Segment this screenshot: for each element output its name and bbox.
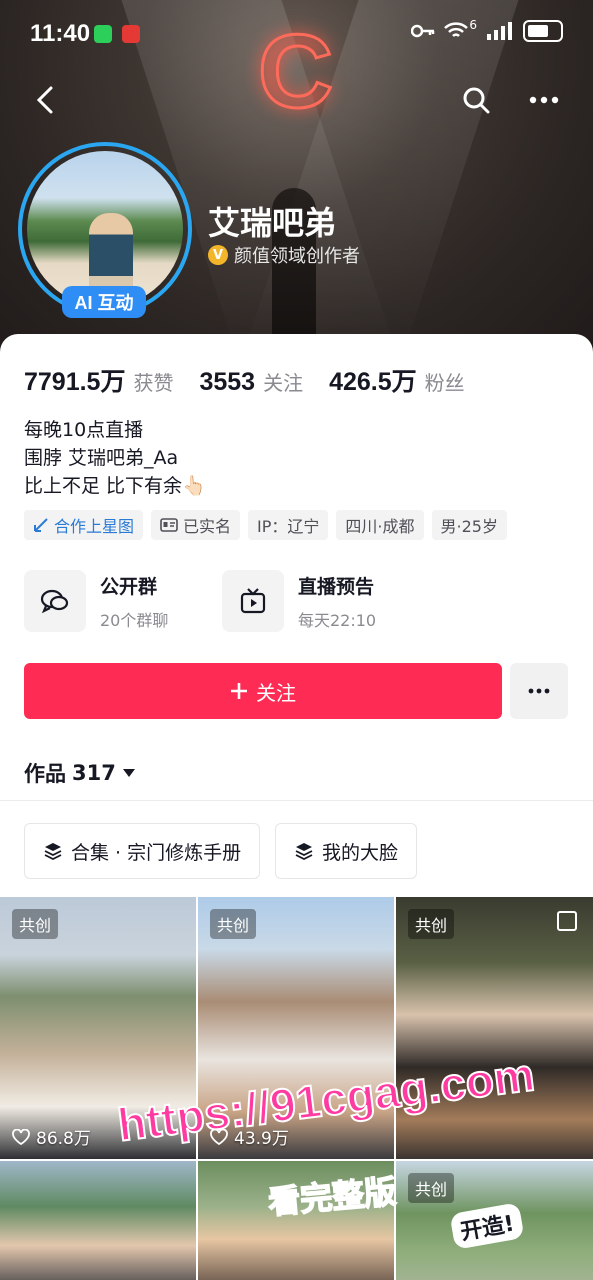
tag-city: 四川·成都 — [336, 510, 424, 540]
network-label: 6 — [469, 18, 477, 32]
notification-app-icon — [122, 25, 140, 43]
more-dots-icon — [529, 96, 559, 104]
signal-icon — [487, 22, 512, 40]
quick-icon-box — [222, 570, 284, 632]
quick-title: 直播预告 — [298, 575, 375, 598]
wechat-icon — [94, 25, 112, 43]
tag-star-chart[interactable]: 合作上星图 — [24, 510, 144, 540]
stat-following[interactable]: 3553 关注 — [199, 367, 303, 397]
public-group-entry[interactable]: 公开群 20个群聊 — [24, 570, 168, 632]
stat-value: 7791.5万 — [24, 368, 126, 396]
live-preview-entry[interactable]: 直播预告 每天22:10 — [222, 570, 376, 632]
profile-more-button[interactable] — [510, 663, 568, 719]
stat-label: 关注 — [263, 371, 304, 395]
bio-line: 围脖 艾瑞吧弟_Aa — [24, 447, 179, 469]
multi-image-icon — [557, 911, 577, 931]
profile-bio: 每晚10点直播 围脖 艾瑞吧弟_Aa 比上不足 比下有余👆🏻 — [24, 416, 206, 500]
quick-title: 公开群 — [100, 575, 158, 598]
status-time: 11:40 — [30, 20, 91, 47]
tag-label: IP：辽宁 — [257, 517, 320, 536]
status-indicators: 6 — [411, 18, 563, 42]
quick-subtitle: 20个群聊 — [100, 610, 169, 630]
tag-gender-age: 男·25岁 — [431, 510, 507, 540]
co-create-badge: 共创 — [210, 909, 257, 939]
co-create-badge: 共创 — [408, 1173, 455, 1203]
caret-down-icon — [122, 769, 135, 777]
likes-count: 86.8万 — [36, 1129, 91, 1149]
collection-label: 合集 · 宗门修炼手册 — [71, 841, 242, 864]
works-tab[interactable]: 作品 317 — [24, 758, 136, 788]
plus-icon — [231, 683, 247, 699]
key-icon — [411, 24, 435, 38]
heart-outline-icon — [12, 1128, 30, 1145]
video-thumbnail[interactable]: 共创 — [396, 897, 593, 1159]
co-create-badge: 共创 — [12, 909, 59, 939]
divider — [0, 800, 593, 801]
id-card-icon — [160, 518, 178, 532]
wifi-icon — [444, 22, 469, 37]
stack-icon — [295, 843, 313, 861]
profile-tags: 合作上星图 已实名 IP：辽宁 四川·成都 男·25岁 — [24, 510, 507, 540]
tag-ip-location: IP：辽宁 — [248, 510, 329, 540]
stat-likes[interactable]: 7791.5万 获赞 — [24, 362, 173, 398]
stack-icon — [44, 843, 62, 861]
tag-label: 已实名 — [183, 517, 232, 536]
collection-chip[interactable]: 合集 · 宗门修炼手册 — [24, 823, 261, 879]
tag-label: 合作上星图 — [54, 517, 135, 536]
search-icon — [463, 87, 490, 114]
co-create-badge: 共创 — [408, 909, 455, 939]
battery-icon — [523, 20, 563, 42]
tag-label: 四川·成都 — [345, 517, 415, 536]
verified-v-icon: V — [208, 245, 228, 265]
works-label: 作品 — [24, 762, 66, 786]
stat-label: 粉丝 — [424, 371, 465, 395]
quick-subtitle: 每天22:10 — [298, 610, 377, 630]
follow-label: 关注 — [256, 680, 296, 705]
more-dots-icon — [528, 688, 550, 694]
star-chart-icon — [34, 518, 48, 532]
collection-chip[interactable]: 我的大脸 — [275, 823, 418, 879]
tag-verified-identity[interactable]: 已实名 — [151, 510, 241, 540]
stat-label: 获赞 — [133, 371, 174, 395]
status-bar: 11:40 6 — [0, 0, 593, 70]
collection-label: 我的大脸 — [322, 841, 399, 864]
bio-line: 比上不足 比下有余👆🏻 — [24, 475, 206, 497]
bio-line: 每晚10点直播 — [24, 419, 144, 441]
avatar-image — [27, 151, 183, 307]
tv-icon — [240, 588, 266, 614]
follow-button[interactable]: 关注 — [24, 663, 502, 719]
stat-followers[interactable]: 426.5万 粉丝 — [329, 362, 465, 398]
tag-label: 男·25岁 — [440, 517, 498, 536]
profile-nickname: 艾瑞吧弟 — [208, 204, 337, 242]
chat-bubbles-icon — [40, 589, 69, 614]
works-count: 317 — [72, 761, 116, 785]
profile-card: 7791.5万 获赞 3553 关注 426.5万 粉丝 每晚10点直播 围脖 … — [0, 334, 593, 1280]
search-button[interactable] — [452, 76, 500, 124]
stat-value: 426.5万 — [329, 368, 417, 396]
quick-icon-box — [24, 570, 86, 632]
more-options-button[interactable] — [520, 76, 568, 124]
profile-stats: 7791.5万 获赞 3553 关注 426.5万 粉丝 — [24, 362, 465, 398]
back-button[interactable] — [22, 76, 70, 124]
verification-line[interactable]: V 颜值领域创作者 — [208, 242, 360, 268]
stat-value: 3553 — [199, 368, 256, 396]
ai-interaction-badge[interactable]: AI 互动 — [62, 286, 146, 318]
verification-text: 颜值领域创作者 — [234, 246, 360, 267]
chevron-left-icon — [36, 86, 53, 114]
video-thumbnail[interactable] — [0, 1161, 196, 1280]
video-likes: 86.8万 — [12, 1124, 91, 1149]
